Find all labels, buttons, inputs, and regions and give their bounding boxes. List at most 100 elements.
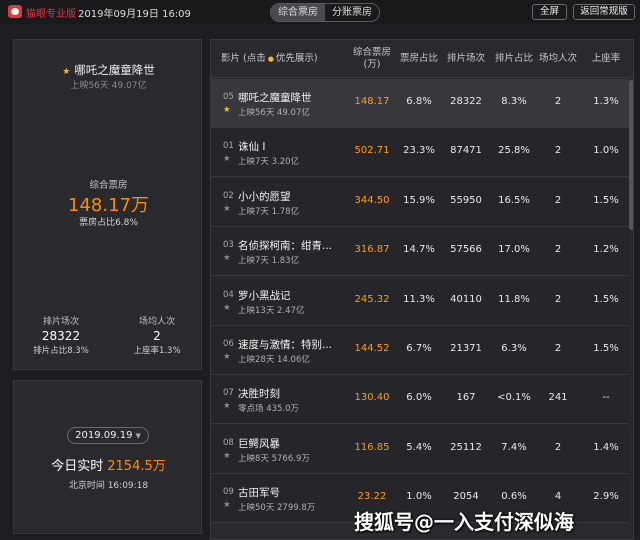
table-row[interactable]: 06 速度与激情：特别... ★ 上映28天 14.06亿 144.52 6.7% 2137… — [211, 326, 629, 375]
row-title: 小小的愿望 — [238, 190, 291, 203]
row-rank: 05 — [223, 92, 234, 102]
row-screenings: 87471 — [450, 145, 482, 157]
avg-label: 场均人次 — [138, 317, 175, 327]
realtime-label: 今日实时 — [51, 459, 104, 474]
row-occupancy: 2.9% — [593, 491, 619, 503]
table-row[interactable]: 08 巨鳄风暴 ★ 上映8天 5766.9万 116.85 5.4% 25112 7.4% 2 1… — [211, 424, 629, 474]
row-screen-share: 0.6% — [501, 491, 527, 503]
header-box-share[interactable]: 票房占比 — [398, 40, 440, 78]
star-icon: ● — [267, 55, 274, 63]
row-occupancy: 1.5% — [593, 194, 619, 206]
back-to-normal-button[interactable]: 返回常规版 — [573, 4, 635, 20]
row-avg: 2 — [554, 244, 562, 256]
row-avg: 2 — [554, 194, 562, 206]
row-screen-share: 17.0% — [498, 244, 530, 256]
table-scrollbar[interactable] — [629, 80, 633, 230]
row-screenings: 55950 — [450, 194, 482, 206]
table-row[interactable]: 04 罗小黑战记 ★ 上映13天 2.47亿 245.32 11.3% 40110 11.8%… — [211, 276, 629, 326]
occupancy-rate: 上座率1.3% — [133, 346, 181, 356]
table-row[interactable]: 02 小小的愿望 ★ 上映7天 1.78亿 344.50 15.9% 55950 16.5% 2… — [211, 177, 629, 227]
row-screen-share: <0.1% — [497, 392, 531, 404]
row-screenings: 2054 — [453, 491, 479, 503]
row-screen-share: 8.3% — [501, 96, 527, 107]
row-screen-share: 7.4% — [501, 441, 527, 453]
table-row[interactable]: 05 哪吒之魔童降世 ★ 上映56天 49.07亿 148.17 6.8% 28322 8.3… — [211, 79, 629, 128]
row-box-share: 6.0% — [406, 392, 432, 404]
avg-attendance-stat: 场均人次 2 上座率1.3% — [117, 314, 197, 356]
row-meta: 上映7天 1.78亿 — [238, 206, 300, 217]
row-screen-share: 6.3% — [501, 343, 527, 354]
row-rank: 07 — [223, 388, 234, 399]
row-screenings: 167 — [456, 392, 476, 404]
current-datetime: 2019年09月19日 16:09 — [78, 9, 191, 20]
movie-release-info: 上映56天 49.07亿 — [70, 81, 147, 91]
table-row[interactable]: 03 名侦探柯南：绀青... ★ 上映7天 1.83亿 316.87 14.7% 57566… — [211, 227, 629, 277]
header-box-office[interactable]: 综合票房 (万) — [352, 40, 392, 78]
star-icon[interactable]: ★ — [223, 253, 231, 263]
row-rank: 01 — [223, 141, 234, 152]
row-box-office: 148.17 — [354, 96, 390, 107]
row-title: 巨鳄风暴 — [238, 437, 280, 450]
table-row[interactable]: 07 决胜时刻 ★ 零点场 435.0万 130.40 6.0% 167 <0.1% 241 -- — [211, 375, 629, 425]
row-screenings: 40110 — [450, 293, 482, 305]
top-bar: 猫眼专业版 2019年09月19日 16:09 综合票房 分账票房 全屏 返回常… — [0, 0, 640, 24]
row-box-office: 23.22 — [357, 491, 387, 503]
date-picker[interactable]: 2019.09.19 ▼ — [67, 427, 149, 444]
movie-title-text: 哪吒之魔童降世 — [74, 63, 155, 77]
cat-logo-icon — [8, 5, 22, 18]
row-meta: 上映7天 3.20亿 — [238, 157, 300, 168]
screenings-value: 28322 — [41, 329, 81, 343]
row-title: 决胜时刻 — [238, 388, 280, 401]
header-avg[interactable]: 场均人次 — [538, 40, 578, 78]
row-box-office: 245.32 — [354, 293, 390, 305]
row-title: 速度与激情：特别... — [238, 339, 333, 351]
star-icon[interactable]: ★ — [223, 352, 231, 362]
row-box-share: 14.7% — [403, 244, 435, 256]
watermark: 搜狐号@一入支付深似海 — [354, 510, 574, 534]
star-icon[interactable]: ★ — [223, 204, 231, 214]
header-screen-share[interactable]: 排片占比 — [493, 40, 535, 78]
row-rank: 03 — [223, 240, 234, 251]
screenings-label: 排片场次 — [42, 317, 79, 327]
row-meta: 上映50天 2799.8万 — [238, 503, 316, 514]
fullscreen-button[interactable]: 全屏 — [532, 4, 567, 20]
header-screenings[interactable]: 排片场次 — [445, 40, 487, 78]
star-icon[interactable]: ★ — [223, 154, 231, 164]
row-box-office: 116.85 — [354, 441, 390, 453]
row-box-share: 1.0% — [406, 491, 432, 503]
star-icon[interactable]: ★ — [223, 401, 231, 411]
row-title: 罗小黑战记 — [238, 289, 291, 302]
row-occupancy: 1.4% — [593, 441, 619, 453]
row-title: 诛仙 Ⅰ — [238, 141, 266, 154]
row-box-share: 6.8% — [406, 96, 432, 107]
today-realtime: 今日实时 2154.5万 — [14, 455, 203, 474]
row-occupancy: 1.0% — [593, 145, 619, 157]
row-box-office: 502.71 — [354, 145, 390, 157]
header-occupancy[interactable]: 上座率 — [585, 40, 627, 78]
star-icon[interactable]: ★ — [223, 105, 231, 115]
row-box-office: 344.50 — [354, 194, 390, 206]
realtime-value: 2154.5万 — [107, 459, 166, 474]
beijing-time: 北京时间 16:09:18 — [68, 481, 149, 491]
star-icon[interactable]: ★ — [223, 500, 231, 510]
tab-split[interactable]: 分账票房 — [325, 4, 379, 21]
row-screenings: 21371 — [450, 343, 482, 354]
star-icon[interactable]: ★ — [223, 451, 231, 461]
table-row[interactable]: 01 诛仙 Ⅰ ★ 上映7天 3.20亿 502.71 23.3% 87471 25.8% 2 1… — [211, 128, 629, 178]
row-screen-share: 16.5% — [498, 194, 530, 206]
row-occupancy: 1.3% — [593, 96, 619, 107]
star-icon[interactable]: ★ — [223, 303, 231, 313]
header-film-prefix: 影片 (点击 — [221, 53, 266, 64]
row-rank: 06 — [223, 339, 234, 349]
header-film: 影片 (点击 ● 优先展示) — [221, 40, 351, 78]
tab-comprehensive[interactable]: 综合票房 — [271, 4, 325, 21]
date-picker-value: 2019.09.19 — [75, 430, 133, 441]
row-screenings: 57566 — [450, 244, 482, 256]
box-office-label: 综合票房 — [89, 180, 128, 191]
row-box-office: 130.40 — [354, 392, 390, 404]
row-box-office: 144.52 — [354, 343, 390, 354]
box-office-share: 票房占比6.8% — [79, 218, 138, 228]
row-occupancy: 1.2% — [593, 244, 619, 256]
box-office-value: 148.17万 — [68, 195, 149, 216]
row-screenings: 28322 — [450, 96, 482, 107]
